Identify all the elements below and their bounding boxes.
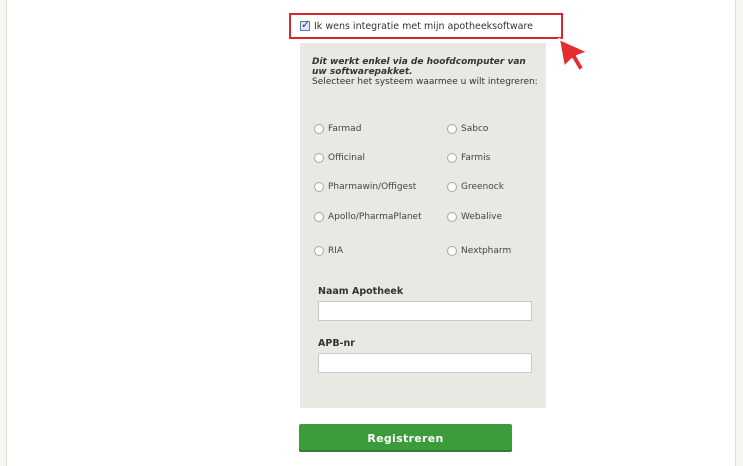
radio-option-greenock[interactable]: Greenock — [447, 182, 504, 192]
radio-option-label: Apollo/PharmaPlanet — [328, 212, 422, 222]
apb-number-label: APB-nr — [318, 338, 355, 349]
radio-option-label: Sabco — [461, 124, 489, 134]
integration-checkbox-label[interactable]: Ik wens integratie met mijn apotheeksoft… — [314, 21, 533, 32]
radio-option-nextpharm[interactable]: Nextpharm — [447, 246, 511, 256]
radio-option-label: Greenock — [461, 182, 504, 192]
radio-option-sabco[interactable]: Sabco — [447, 124, 488, 134]
radio-option-webalive[interactable]: Webalive — [447, 212, 502, 222]
radio-button[interactable] — [447, 212, 457, 222]
intro-instruction: Selecteer het systeem waarmee u wilt int… — [312, 77, 538, 87]
radio-option-label: RIA — [328, 246, 344, 256]
integration-panel: Dit werkt enkel via de hoofdcomputer van… — [300, 43, 546, 408]
integration-intro: Dit werkt enkel via de hoofdcomputer van… — [312, 57, 540, 87]
radio-option-label: Webalive — [461, 212, 503, 222]
radio-button[interactable] — [314, 246, 324, 256]
radio-button[interactable] — [447, 182, 457, 192]
integration-checkbox[interactable] — [300, 18, 310, 31]
radio-button[interactable] — [447, 124, 457, 134]
intro-note: Dit werkt enkel via de hoofdcomputer van… — [312, 57, 526, 77]
pharmacy-name-label: Naam Apotheek — [318, 286, 404, 297]
radio-option-pharmawin[interactable]: Pharmawin/Offigest — [314, 182, 416, 192]
radio-option-officinal[interactable]: Officinal — [314, 153, 365, 163]
radio-option-label: Pharmawin/Offigest — [328, 182, 417, 192]
radio-button[interactable] — [447, 153, 457, 163]
radio-button[interactable] — [314, 124, 324, 134]
radio-option-label: Farmis — [461, 153, 491, 163]
integration-opt-in[interactable]: Ik wens integratie met mijn apotheeksoft… — [289, 13, 563, 39]
page: Ik wens integratie met mijn apotheeksoft… — [6, 0, 736, 466]
pointer-cursor-icon — [558, 38, 589, 72]
register-button[interactable]: Registreren — [299, 424, 512, 452]
radio-option-label: Officinal — [328, 153, 365, 163]
radio-button[interactable] — [447, 246, 457, 256]
apb-number-input[interactable] — [318, 353, 532, 373]
radio-button[interactable] — [314, 182, 324, 192]
pharmacy-name-input[interactable] — [318, 301, 532, 321]
radio-button[interactable] — [314, 212, 324, 222]
radio-button[interactable] — [314, 153, 324, 163]
radio-option-label: Nextpharm — [461, 246, 512, 256]
radio-option-ria[interactable]: RIA — [314, 246, 343, 256]
radio-option-farmad[interactable]: Farmad — [314, 124, 361, 134]
radio-option-label: Farmad — [328, 124, 362, 134]
radio-option-farmis[interactable]: Farmis — [447, 153, 490, 163]
radio-option-apollo[interactable]: Apollo/PharmaPlanet — [314, 212, 422, 222]
